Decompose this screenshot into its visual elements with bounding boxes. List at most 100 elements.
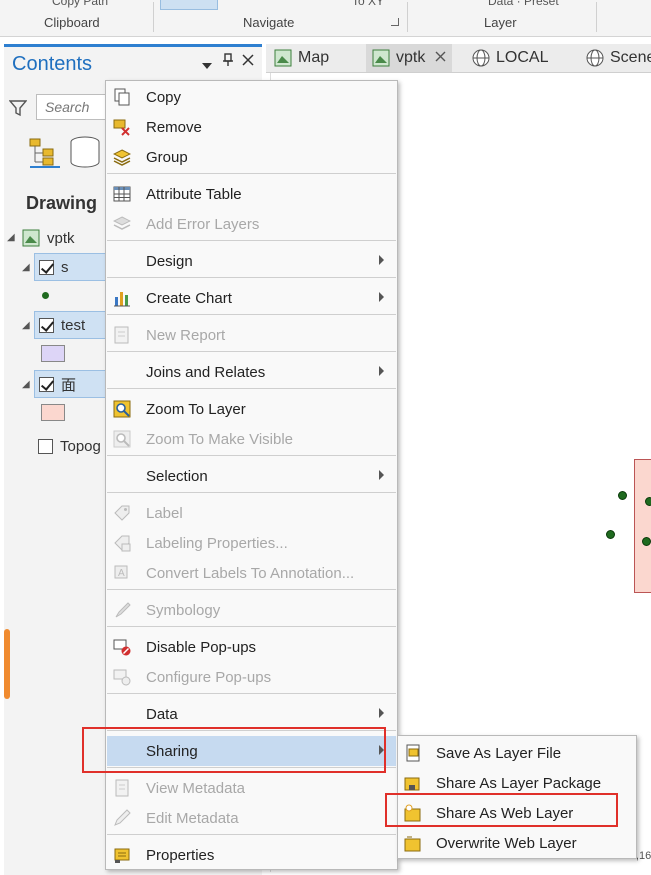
tab-label: Scene	[610, 49, 651, 66]
menu-item-add-error-layers: Add Error Layers	[107, 209, 396, 239]
menu-separator	[107, 455, 396, 456]
view-metadata-icon	[115, 779, 129, 797]
layer-label: Topog	[60, 437, 101, 455]
close-tab-icon[interactable]	[435, 49, 446, 67]
zoom-visible-icon	[113, 430, 131, 448]
pane-options-icon[interactable]	[202, 57, 212, 73]
data-preset-button[interactable]: Data · Preset	[488, 0, 559, 8]
tab-label: LOCAL	[496, 49, 549, 66]
ribbon-divider	[153, 2, 154, 32]
search-input[interactable]	[36, 94, 116, 120]
menu-item-create-chart[interactable]: Create Chart	[107, 283, 396, 313]
tree-map-item[interactable]: vptk	[22, 224, 75, 252]
menu-item-label: Attribute Table	[146, 186, 242, 203]
menu-item-label: Zoom To Layer	[146, 401, 246, 418]
menu-item-label: Design	[146, 253, 193, 270]
tree-layer-item[interactable]: test	[34, 311, 114, 339]
menu-item-label: Share As Layer Package	[436, 775, 602, 792]
menu-item-new-report: New Report	[107, 320, 396, 350]
zoom-to-layer-icon	[113, 400, 131, 418]
menu-item-label: Configure Pop-ups	[146, 669, 272, 686]
menu-item-configure-popups: Configure Pop-ups	[107, 662, 396, 692]
collapse-icon[interactable]: ◢	[22, 262, 30, 273]
menu-separator	[107, 240, 396, 241]
list-by-source-icon[interactable]	[68, 135, 102, 169]
menu-item-label: Overwrite Web Layer	[436, 835, 577, 852]
point-symbol-icon	[42, 292, 49, 299]
menu-item-group[interactable]: Group	[107, 142, 396, 172]
menu-item-label: Zoom To Make Visible	[146, 431, 294, 448]
menu-item-copy[interactable]: Copy	[107, 82, 396, 112]
map-point-feature	[642, 537, 651, 546]
navigate-explore-button[interactable]	[160, 0, 218, 10]
collapse-icon[interactable]: ◢	[22, 320, 30, 331]
layer-visibility-checkbox[interactable]	[38, 438, 53, 454]
pin-icon[interactable]	[222, 53, 234, 70]
tab-label: Map	[298, 49, 330, 66]
tab-vptk[interactable]: vptk	[366, 44, 453, 72]
layer-package-icon	[404, 777, 420, 791]
ribbon-divider	[596, 2, 597, 32]
menu-item-label: Label	[146, 505, 183, 522]
menu-item-label: Group	[146, 149, 188, 166]
menu-item-label: Copy	[146, 89, 182, 106]
to-xy-button[interactable]: To XY	[352, 0, 384, 8]
dialog-launcher-icon[interactable]	[391, 18, 399, 26]
overwrite-web-layer-icon	[404, 836, 421, 852]
scrollbar-thumb[interactable]	[4, 629, 10, 699]
menu-separator	[107, 173, 396, 174]
menu-item-label: New Report	[146, 327, 226, 344]
menu-separator	[107, 492, 396, 493]
globe-icon	[586, 49, 604, 67]
labeling-properties-icon	[114, 535, 131, 552]
layer-file-icon	[406, 744, 420, 762]
menu-item-zoom-to-make-visible: Zoom To Make Visible	[107, 424, 396, 454]
menu-item-label: Symbology	[146, 602, 221, 619]
menu-separator	[107, 834, 396, 835]
disable-popup-icon	[113, 639, 131, 656]
map-icon	[372, 49, 390, 67]
layer-visibility-checkbox[interactable]	[39, 317, 54, 333]
menu-item-labeling-properties: Labeling Properties...	[107, 528, 396, 558]
properties-icon	[114, 848, 130, 863]
label-icon	[114, 505, 130, 521]
filter-icon[interactable]	[8, 99, 28, 117]
close-pane-icon[interactable]	[242, 53, 254, 69]
tree-layer-item[interactable]: s	[34, 253, 114, 281]
menu-item-disable-popups[interactable]: Disable Pop-ups	[107, 632, 396, 662]
menu-item-label: Save As Layer File	[436, 745, 562, 762]
tree-layer-item[interactable]: 面	[34, 370, 114, 398]
ribbon: Copy Path To XY Data · Preset Clipboard …	[0, 0, 651, 37]
menu-item-selection[interactable]: Selection	[107, 461, 396, 491]
tree-layer-item[interactable]: Topog	[34, 432, 101, 460]
tab-label: vptk	[396, 49, 426, 66]
submenu-item-overwrite-web-layer[interactable]: Overwrite Web Layer	[399, 828, 635, 858]
collapse-icon[interactable]: ◢	[22, 379, 30, 390]
collapse-icon[interactable]: ◢	[7, 232, 15, 243]
menu-item-zoom-to-layer[interactable]: Zoom To Layer	[107, 394, 396, 424]
layer-visibility-checkbox[interactable]	[39, 376, 54, 392]
list-by-drawing-order-icon[interactable]	[28, 135, 62, 169]
submenu-arrow-icon	[379, 708, 384, 718]
annotation-highlight-share-web-layer	[385, 793, 618, 827]
menu-item-attribute-table[interactable]: Attribute Table	[107, 179, 396, 209]
menu-item-data[interactable]: Data	[107, 699, 396, 729]
polygon-symbol-swatch	[41, 404, 65, 421]
menu-item-properties[interactable]: Properties	[107, 840, 396, 870]
tab-scene[interactable]: Scene	[586, 44, 651, 72]
copy-path-button[interactable]: Copy Path	[52, 0, 108, 8]
configure-popup-icon	[113, 669, 131, 686]
submenu-item-save-as-layer-file[interactable]: Save As Layer File	[399, 738, 635, 768]
error-layers-icon	[113, 216, 131, 230]
menu-separator	[107, 693, 396, 694]
map-point-feature	[618, 491, 627, 500]
map-icon	[274, 49, 292, 67]
menu-item-joins-and-relates[interactable]: Joins and Relates	[107, 357, 396, 387]
menu-item-label: Properties	[146, 847, 215, 864]
ribbon-group-layer: Layer	[484, 15, 517, 30]
menu-item-remove[interactable]: Remove	[107, 112, 396, 142]
layer-visibility-checkbox[interactable]	[39, 259, 54, 275]
tab-local[interactable]: LOCAL	[472, 44, 548, 72]
menu-item-design[interactable]: Design	[107, 246, 396, 276]
tab-map[interactable]: Map	[274, 44, 329, 72]
